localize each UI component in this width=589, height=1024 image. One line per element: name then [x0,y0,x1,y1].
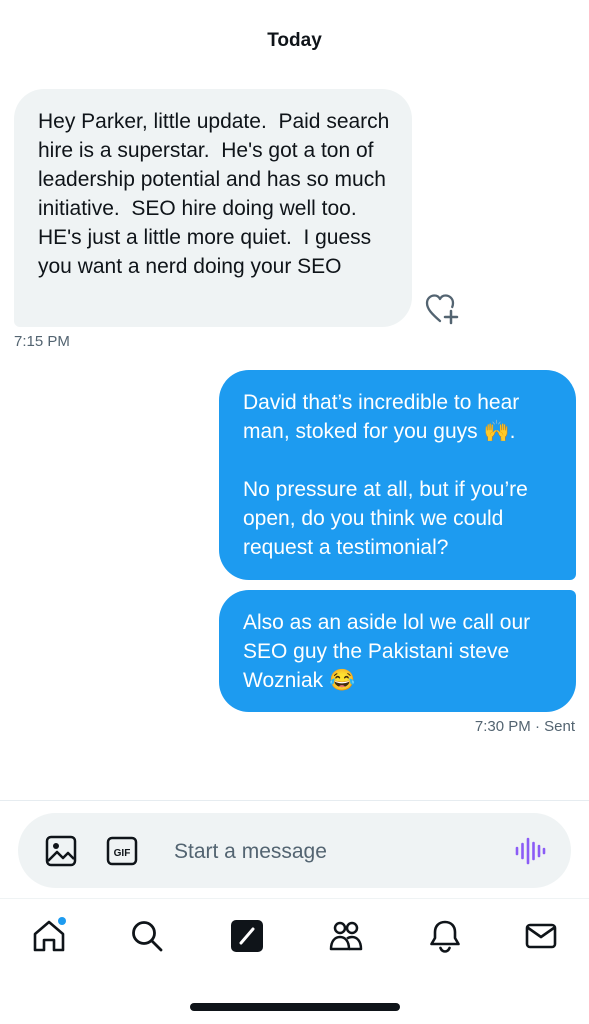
messages-icon[interactable] [522,917,560,955]
date-separator: Today [267,30,322,51]
notifications-icon[interactable] [426,917,464,955]
message-composer: GIF [18,813,571,888]
search-icon[interactable] [128,917,166,955]
home-icon[interactable] [30,917,68,955]
communities-icon[interactable] [327,917,365,955]
outgoing-message-bubble[interactable]: Also as an aside lol we call our SEO guy… [219,590,576,712]
outgoing-message-bubble[interactable]: David that’s incredible to hear man, sto… [219,370,576,580]
gif-icon[interactable]: GIF [105,834,139,868]
dm-conversation-screen: Today Hey Parker, little update. Paid se… [0,0,589,1024]
outgoing-message-meta: 7:30 PM · Sent [475,718,575,735]
composer-divider [0,800,589,801]
tab-bar-divider [0,898,589,899]
compose-icon[interactable] [228,917,266,955]
home-indicator [190,1003,400,1011]
sent-status: · Sent [534,718,575,735]
incoming-message-timestamp: 7:15 PM [14,333,70,350]
voice-message-icon[interactable] [513,834,547,868]
message-input[interactable] [172,831,496,873]
outgoing-message-timestamp: 7:30 PM [474,718,531,735]
add-reaction-heart-icon[interactable] [424,292,460,326]
incoming-message-bubble[interactable]: Hey Parker, little update. Paid search h… [14,89,412,327]
image-icon[interactable] [44,834,78,868]
svg-text:GIF: GIF [114,848,131,859]
